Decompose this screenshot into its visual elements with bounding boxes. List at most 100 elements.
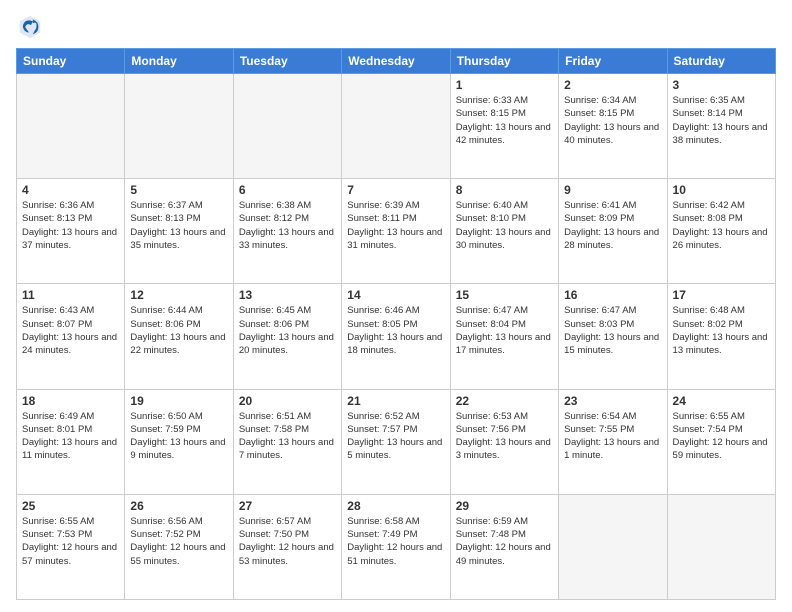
day-cell: 1Sunrise: 6:33 AM Sunset: 8:15 PM Daylig… <box>450 74 558 179</box>
logo-icon <box>16 12 44 40</box>
day-info: Sunrise: 6:39 AM Sunset: 8:11 PM Dayligh… <box>347 199 444 252</box>
day-header-wednesday: Wednesday <box>342 49 450 74</box>
day-info: Sunrise: 6:52 AM Sunset: 7:57 PM Dayligh… <box>347 410 444 463</box>
day-info: Sunrise: 6:41 AM Sunset: 8:09 PM Dayligh… <box>564 199 661 252</box>
day-cell: 12 Sunrise: 6:44 AM Sunset: 8:06 PM Dayli… <box>125 284 233 389</box>
day-cell: 27Sunrise: 6:57 AM Sunset: 7:50 PM Dayli… <box>233 494 341 599</box>
day-info: Sunrise: 6:57 AM Sunset: 7:50 PM Dayligh… <box>239 515 336 568</box>
week-row-5: 25 Sunrise: 6:55 AM Sunset: 7:53 PM Dayli… <box>17 494 776 599</box>
day-info: Sunrise: 6:56 AM Sunset: 7:52 PM Dayligh… <box>130 515 227 568</box>
day-info: Sunrise: 6:50 AM Sunset: 7:59 PM Dayligh… <box>130 410 227 463</box>
calendar-table: SundayMondayTuesdayWednesdayThursdayFrid… <box>16 48 776 600</box>
day-number: 3 <box>673 78 770 92</box>
day-number: 11 <box>22 288 119 302</box>
day-cell: 25 Sunrise: 6:55 AM Sunset: 7:53 PM Dayli… <box>17 494 125 599</box>
day-number: 2 <box>564 78 661 92</box>
day-info: Sunrise: 6:55 AM Sunset: 7:53 PM Dayligh… <box>22 515 119 568</box>
day-number: 28 <box>347 499 444 513</box>
day-cell: 23 Sunrise: 6:54 AM Sunset: 7:55 PM Dayli… <box>559 389 667 494</box>
day-number: 6 <box>239 183 336 197</box>
day-number: 13 <box>239 288 336 302</box>
day-cell: 21 Sunrise: 6:52 AM Sunset: 7:57 PM Dayli… <box>342 389 450 494</box>
day-info: Sunrise: 6:47 AM Sunset: 8:04 PM Dayligh… <box>456 304 553 357</box>
day-cell <box>559 494 667 599</box>
day-info: Sunrise: 6:59 AM Sunset: 7:48 PM Dayligh… <box>456 515 553 568</box>
day-cell: 28 Sunrise: 6:58 AM Sunset: 7:49 PM Dayli… <box>342 494 450 599</box>
day-info: Sunrise: 6:40 AM Sunset: 8:10 PM Dayligh… <box>456 199 553 252</box>
day-info: Sunrise: 6:47 AM Sunset: 8:03 PM Dayligh… <box>564 304 661 357</box>
day-number: 4 <box>22 183 119 197</box>
day-cell: 16 Sunrise: 6:47 AM Sunset: 8:03 PM Dayli… <box>559 284 667 389</box>
day-info: Sunrise: 6:55 AM Sunset: 7:54 PM Dayligh… <box>673 410 770 463</box>
day-header-friday: Friday <box>559 49 667 74</box>
day-header-tuesday: Tuesday <box>233 49 341 74</box>
day-cell <box>17 74 125 179</box>
day-info: Sunrise: 6:36 AM Sunset: 8:13 PM Dayligh… <box>22 199 119 252</box>
day-cell: 20Sunrise: 6:51 AM Sunset: 7:58 PM Dayli… <box>233 389 341 494</box>
day-header-saturday: Saturday <box>667 49 775 74</box>
day-number: 22 <box>456 394 553 408</box>
day-cell: 4 Sunrise: 6:36 AM Sunset: 8:13 PM Daylig… <box>17 179 125 284</box>
day-cell: 18 Sunrise: 6:49 AM Sunset: 8:01 PM Dayli… <box>17 389 125 494</box>
day-number: 9 <box>564 183 661 197</box>
week-row-4: 18 Sunrise: 6:49 AM Sunset: 8:01 PM Dayli… <box>17 389 776 494</box>
day-info: Sunrise: 6:44 AM Sunset: 8:06 PM Dayligh… <box>130 304 227 357</box>
day-cell: 19 Sunrise: 6:50 AM Sunset: 7:59 PM Dayli… <box>125 389 233 494</box>
day-header-monday: Monday <box>125 49 233 74</box>
day-cell: 7 Sunrise: 6:39 AM Sunset: 8:11 PM Daylig… <box>342 179 450 284</box>
day-info: Sunrise: 6:53 AM Sunset: 7:56 PM Dayligh… <box>456 410 553 463</box>
day-info: Sunrise: 6:38 AM Sunset: 8:12 PM Dayligh… <box>239 199 336 252</box>
day-cell: 2 Sunrise: 6:34 AM Sunset: 8:15 PM Daylig… <box>559 74 667 179</box>
day-cell: 14 Sunrise: 6:46 AM Sunset: 8:05 PM Dayli… <box>342 284 450 389</box>
day-cell: 3 Sunrise: 6:35 AM Sunset: 8:14 PM Daylig… <box>667 74 775 179</box>
day-number: 17 <box>673 288 770 302</box>
week-row-2: 4 Sunrise: 6:36 AM Sunset: 8:13 PM Daylig… <box>17 179 776 284</box>
day-number: 29 <box>456 499 553 513</box>
day-header-sunday: Sunday <box>17 49 125 74</box>
day-number: 14 <box>347 288 444 302</box>
day-info: Sunrise: 6:43 AM Sunset: 8:07 PM Dayligh… <box>22 304 119 357</box>
day-cell: 9 Sunrise: 6:41 AM Sunset: 8:09 PM Daylig… <box>559 179 667 284</box>
calendar-header-row: SundayMondayTuesdayWednesdayThursdayFrid… <box>17 49 776 74</box>
day-number: 25 <box>22 499 119 513</box>
day-cell <box>233 74 341 179</box>
day-number: 7 <box>347 183 444 197</box>
day-number: 21 <box>347 394 444 408</box>
day-info: Sunrise: 6:37 AM Sunset: 8:13 PM Dayligh… <box>130 199 227 252</box>
day-number: 18 <box>22 394 119 408</box>
day-number: 12 <box>130 288 227 302</box>
day-number: 23 <box>564 394 661 408</box>
day-info: Sunrise: 6:46 AM Sunset: 8:05 PM Dayligh… <box>347 304 444 357</box>
day-cell: 17Sunrise: 6:48 AM Sunset: 8:02 PM Dayli… <box>667 284 775 389</box>
day-cell <box>125 74 233 179</box>
day-cell: 10Sunrise: 6:42 AM Sunset: 8:08 PM Dayli… <box>667 179 775 284</box>
day-cell: 5 Sunrise: 6:37 AM Sunset: 8:13 PM Daylig… <box>125 179 233 284</box>
day-info: Sunrise: 6:51 AM Sunset: 7:58 PM Dayligh… <box>239 410 336 463</box>
week-row-1: 1Sunrise: 6:33 AM Sunset: 8:15 PM Daylig… <box>17 74 776 179</box>
day-number: 26 <box>130 499 227 513</box>
day-cell: 29 Sunrise: 6:59 AM Sunset: 7:48 PM Dayli… <box>450 494 558 599</box>
day-number: 19 <box>130 394 227 408</box>
day-info: Sunrise: 6:45 AM Sunset: 8:06 PM Dayligh… <box>239 304 336 357</box>
day-cell: 11 Sunrise: 6:43 AM Sunset: 8:07 PM Dayli… <box>17 284 125 389</box>
day-cell: 26 Sunrise: 6:56 AM Sunset: 7:52 PM Dayli… <box>125 494 233 599</box>
day-cell <box>342 74 450 179</box>
day-info: Sunrise: 6:54 AM Sunset: 7:55 PM Dayligh… <box>564 410 661 463</box>
day-cell: 8 Sunrise: 6:40 AM Sunset: 8:10 PM Daylig… <box>450 179 558 284</box>
day-info: Sunrise: 6:42 AM Sunset: 8:08 PM Dayligh… <box>673 199 770 252</box>
page: SundayMondayTuesdayWednesdayThursdayFrid… <box>0 0 792 612</box>
day-cell <box>667 494 775 599</box>
day-cell: 15Sunrise: 6:47 AM Sunset: 8:04 PM Dayli… <box>450 284 558 389</box>
day-number: 24 <box>673 394 770 408</box>
day-info: Sunrise: 6:58 AM Sunset: 7:49 PM Dayligh… <box>347 515 444 568</box>
day-info: Sunrise: 6:35 AM Sunset: 8:14 PM Dayligh… <box>673 94 770 147</box>
day-cell: 24 Sunrise: 6:55 AM Sunset: 7:54 PM Dayli… <box>667 389 775 494</box>
day-info: Sunrise: 6:49 AM Sunset: 8:01 PM Dayligh… <box>22 410 119 463</box>
day-number: 16 <box>564 288 661 302</box>
day-number: 8 <box>456 183 553 197</box>
day-info: Sunrise: 6:34 AM Sunset: 8:15 PM Dayligh… <box>564 94 661 147</box>
day-cell: 6 Sunrise: 6:38 AM Sunset: 8:12 PM Daylig… <box>233 179 341 284</box>
day-header-thursday: Thursday <box>450 49 558 74</box>
day-info: Sunrise: 6:33 AM Sunset: 8:15 PM Dayligh… <box>456 94 553 147</box>
day-number: 5 <box>130 183 227 197</box>
